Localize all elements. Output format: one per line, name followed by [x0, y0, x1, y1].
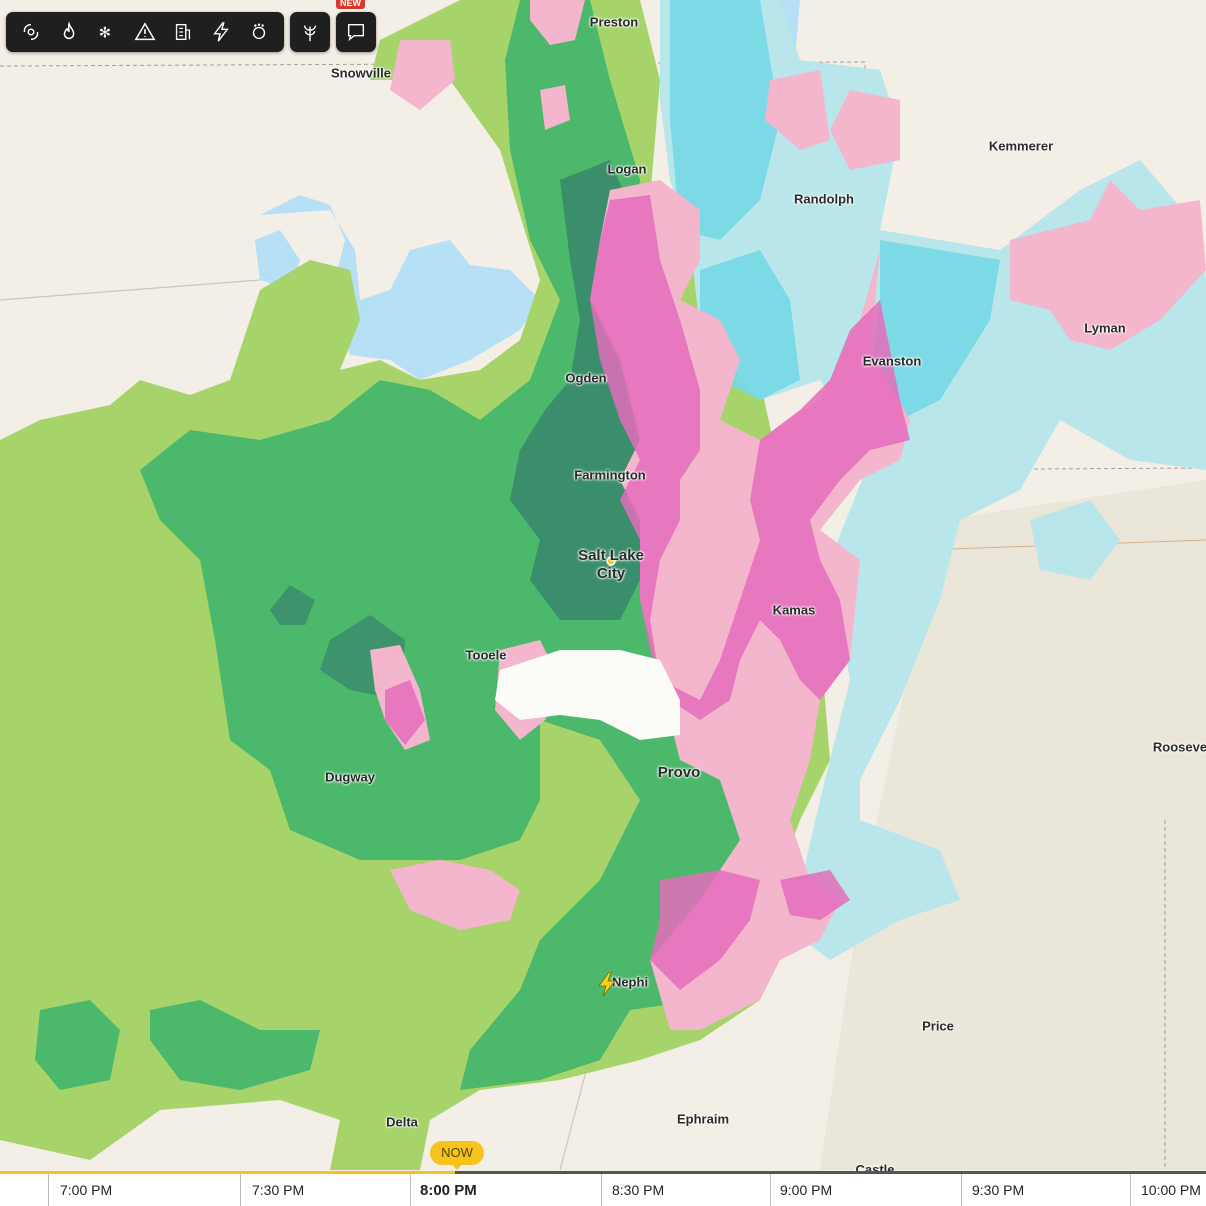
- city-label-kamas: Kamas: [772, 602, 816, 618]
- tick-mark: [240, 1174, 241, 1206]
- city-label-nephi: Nephi: [611, 974, 649, 990]
- tick-mark: [770, 1174, 771, 1206]
- building-icon[interactable]: [164, 13, 202, 51]
- tick-label-730[interactable]: 7:30 PM: [252, 1182, 304, 1198]
- tick-label-1000[interactable]: 10:00 PM: [1141, 1182, 1201, 1198]
- allergy-button-group: [290, 12, 330, 52]
- svg-text:✻: ✻: [99, 25, 111, 42]
- fire-icon[interactable]: [50, 13, 88, 51]
- now-marker[interactable]: NOW: [430, 1141, 484, 1170]
- city-label-delta: Delta: [386, 1114, 418, 1130]
- city-label-lyman: Lyman: [1084, 320, 1126, 336]
- city-label-dugway: Dugway: [325, 769, 375, 785]
- city-label-farmington: Farmington: [574, 467, 646, 483]
- tick-label-830[interactable]: 8:30 PM: [612, 1182, 664, 1198]
- city-label-snowville: Snowville: [331, 65, 391, 81]
- chat-button-group: [336, 12, 376, 52]
- city-label-ogden: Ogden: [565, 370, 607, 386]
- city-label-kemmerer: Kemmerer: [988, 138, 1054, 154]
- plant-icon[interactable]: [291, 13, 329, 51]
- lightning-icon[interactable]: [202, 13, 240, 51]
- tick-label-800[interactable]: 8:00 PM: [420, 1182, 477, 1199]
- weather-radar-map[interactable]: [0, 0, 1206, 1206]
- pollen-icon[interactable]: [240, 13, 278, 51]
- city-label-tooele: Tooele: [465, 647, 507, 663]
- timeline-progress: [0, 1171, 455, 1174]
- snowflake-icon[interactable]: ✻: [88, 13, 126, 51]
- tick-mark: [601, 1174, 602, 1206]
- tick-mark: [48, 1174, 49, 1206]
- tick-label-900[interactable]: 9:00 PM: [780, 1182, 832, 1198]
- city-label-salt-lake-city: Salt Lake City: [578, 547, 644, 582]
- layer-toolbar: ✻: [6, 12, 376, 54]
- new-badge: NEW: [336, 0, 365, 9]
- city-label-randolph: Randolph: [794, 191, 854, 207]
- hurricane-icon[interactable]: [12, 13, 50, 51]
- layer-button-group: ✻: [6, 12, 284, 52]
- lightning-strike-icon: [597, 971, 617, 1001]
- tick-mark: [1130, 1174, 1131, 1206]
- city-label-preston: Preston: [589, 14, 639, 30]
- city-label-logan: Logan: [607, 161, 647, 177]
- city-label-ephraim: Ephraim: [676, 1111, 730, 1127]
- city-label-roosevelt: Rooseve: [1152, 739, 1206, 755]
- tick-mark: [410, 1174, 411, 1206]
- warning-icon[interactable]: [126, 13, 164, 51]
- tick-mark: [961, 1174, 962, 1206]
- city-label-price: Price: [922, 1018, 954, 1034]
- tick-label-700[interactable]: 7:00 PM: [60, 1182, 112, 1198]
- chat-icon[interactable]: [337, 13, 375, 51]
- city-label-evanston: Evanston: [862, 353, 922, 369]
- city-label-provo: Provo: [657, 764, 701, 781]
- tick-label-930[interactable]: 9:30 PM: [972, 1182, 1024, 1198]
- timeline-bar[interactable]: 7:00 PM 7:30 PM 8:00 PM 8:30 PM 9:00 PM …: [0, 1171, 1206, 1206]
